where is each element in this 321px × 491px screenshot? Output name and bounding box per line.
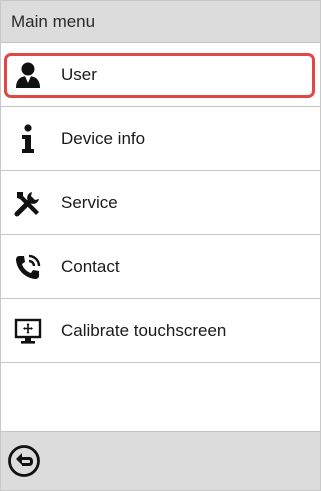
phone-icon — [12, 251, 44, 283]
menu-item-calibrate-touchscreen[interactable]: Calibrate touchscreen — [1, 299, 320, 363]
menu-item-label: Contact — [61, 256, 120, 276]
user-icon — [12, 59, 44, 91]
menu-item-label: Service — [61, 192, 118, 212]
menu-item-label: User — [61, 64, 97, 84]
back-arrow-icon[interactable] — [7, 444, 41, 478]
menu-item-contact[interactable]: Contact — [1, 235, 320, 299]
menu-item-label: Device info — [61, 128, 146, 148]
monitor-icon — [12, 315, 44, 347]
menu-item-service[interactable]: Service — [1, 171, 320, 235]
menu-item-user[interactable]: User — [1, 43, 320, 107]
menu-item-device-info[interactable]: Device info — [1, 107, 320, 171]
tools-icon — [12, 187, 44, 219]
menu-item-label: Calibrate touchscreen — [61, 320, 227, 340]
device-screen: Main menu User Device info Service Conta… — [0, 0, 321, 491]
header-bar: Main menu — [1, 1, 320, 43]
page-title: Main menu — [11, 11, 96, 31]
main-menu-list: User Device info Service Contact Calibra… — [1, 43, 320, 363]
info-icon — [12, 123, 44, 155]
footer-bar — [1, 431, 320, 490]
